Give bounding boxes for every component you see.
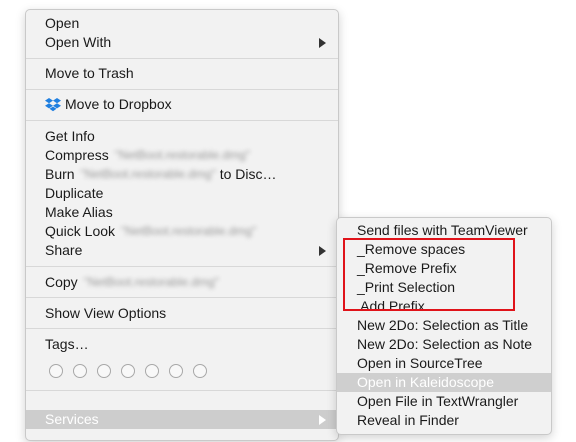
- menu-separator: [26, 390, 338, 391]
- menu-item-label: New 2Do: Selection as Title: [357, 317, 529, 333]
- tag-circle-icon[interactable]: [97, 364, 111, 378]
- menu-item-burn[interactable]: Burn "NetBoot.restorable.dmg" to Disc…: [26, 165, 338, 184]
- menu-item-label: Open: [45, 15, 80, 31]
- service-open-sourcetree[interactable]: Open in SourceTree: [337, 354, 551, 373]
- service-open-textwrangler[interactable]: Open File in TextWrangler: [337, 392, 551, 411]
- menu-item-label: Share: [45, 242, 83, 258]
- menu-item-label: Tags…: [45, 336, 89, 352]
- menu-item-label: Burn: [45, 166, 75, 182]
- menu-item-open[interactable]: Open: [26, 14, 338, 33]
- menu-item-label: Compress: [45, 147, 109, 163]
- tag-circle-icon[interactable]: [121, 364, 135, 378]
- menu-item-open-with[interactable]: Open With: [26, 33, 338, 52]
- menu-item-label: Send files with TeamViewer: [357, 222, 528, 238]
- tag-circle-icon[interactable]: [193, 364, 207, 378]
- menu-item-label: Services: [45, 411, 99, 427]
- menu-item-copy[interactable]: Copy "NetBoot.restorable.dmg": [26, 273, 338, 292]
- blurred-filename: "NetBoot.restorable.dmg": [83, 275, 219, 289]
- menu-item-label: Duplicate: [45, 185, 104, 201]
- menu-item-label: Make Alias: [45, 204, 113, 220]
- menu-item-get-info[interactable]: Get Info: [26, 127, 338, 146]
- menu-separator: [26, 58, 338, 59]
- menu-item-label: Get Info: [45, 128, 95, 144]
- menu-separator: [26, 266, 338, 267]
- menu-item-duplicate[interactable]: Duplicate: [26, 184, 338, 203]
- menu-item-label: Reveal in Finder: [357, 412, 459, 428]
- menu-item-move-to-dropbox[interactable]: Move to Dropbox: [26, 95, 338, 114]
- chevron-right-icon: [319, 415, 326, 425]
- menu-item-tags[interactable]: Tags…: [26, 335, 338, 354]
- menu-item-label: Open in SourceTree: [357, 355, 483, 371]
- menu-item-label: Quick Look: [45, 223, 116, 239]
- menu-item-label: Move to Trash: [45, 65, 134, 81]
- menu-separator: [26, 89, 338, 90]
- tag-circle-icon[interactable]: [49, 364, 63, 378]
- annotation-highlight-box: [343, 238, 515, 311]
- tag-circle-icon[interactable]: [169, 364, 183, 378]
- service-2do-selection-title[interactable]: New 2Do: Selection as Title: [337, 316, 551, 335]
- menu-separator: [26, 297, 338, 298]
- service-2do-selection-note[interactable]: New 2Do: Selection as Note: [337, 335, 551, 354]
- menu-item-move-to-trash[interactable]: Move to Trash: [26, 64, 338, 83]
- menu-item-show-view-options[interactable]: Show View Options: [26, 304, 338, 323]
- menu-item-label-suffix: to Disc…: [219, 166, 277, 182]
- blurred-filename: "NetBoot.restorable.dmg": [114, 148, 251, 162]
- menu-item-label: Move to Dropbox: [65, 96, 172, 112]
- menu-separator: [26, 120, 338, 121]
- menu-item-label: New 2Do: Selection as Note: [357, 336, 533, 352]
- blurred-filename: "NetBoot.restorable.dmg": [121, 224, 257, 238]
- menu-item-label: Open in Kaleidoscope: [357, 374, 494, 390]
- menu-item-label: Open With: [45, 34, 112, 50]
- chevron-right-icon: [319, 38, 326, 48]
- menu-item-label: Open File in TextWrangler: [357, 393, 519, 409]
- tag-circle-icon[interactable]: [73, 364, 87, 378]
- menu-item-make-alias[interactable]: Make Alias: [26, 203, 338, 222]
- menu-item-quick-look[interactable]: Quick Look "NetBoot.restorable.dmg": [26, 222, 338, 241]
- blurred-filename: "NetBoot.restorable.dmg": [80, 167, 216, 181]
- menu-item-share[interactable]: Share: [26, 241, 338, 260]
- tag-circle-icon[interactable]: [145, 364, 159, 378]
- menu-separator: [26, 328, 338, 329]
- menu-item-label: Copy: [45, 274, 78, 290]
- service-open-kaleidoscope[interactable]: Open in Kaleidoscope: [337, 373, 551, 392]
- service-reveal-in-finder[interactable]: Reveal in Finder: [337, 411, 551, 430]
- menu-item-compress[interactable]: Compress "NetBoot.restorable.dmg": [26, 146, 338, 165]
- menu-item-label: Show View Options: [45, 305, 167, 321]
- context-menu: Open Open With Move to Trash Move to Dro…: [25, 9, 339, 441]
- menu-item-services[interactable]: Services: [26, 410, 338, 429]
- dropbox-icon: [45, 98, 61, 112]
- chevron-right-icon: [319, 246, 326, 256]
